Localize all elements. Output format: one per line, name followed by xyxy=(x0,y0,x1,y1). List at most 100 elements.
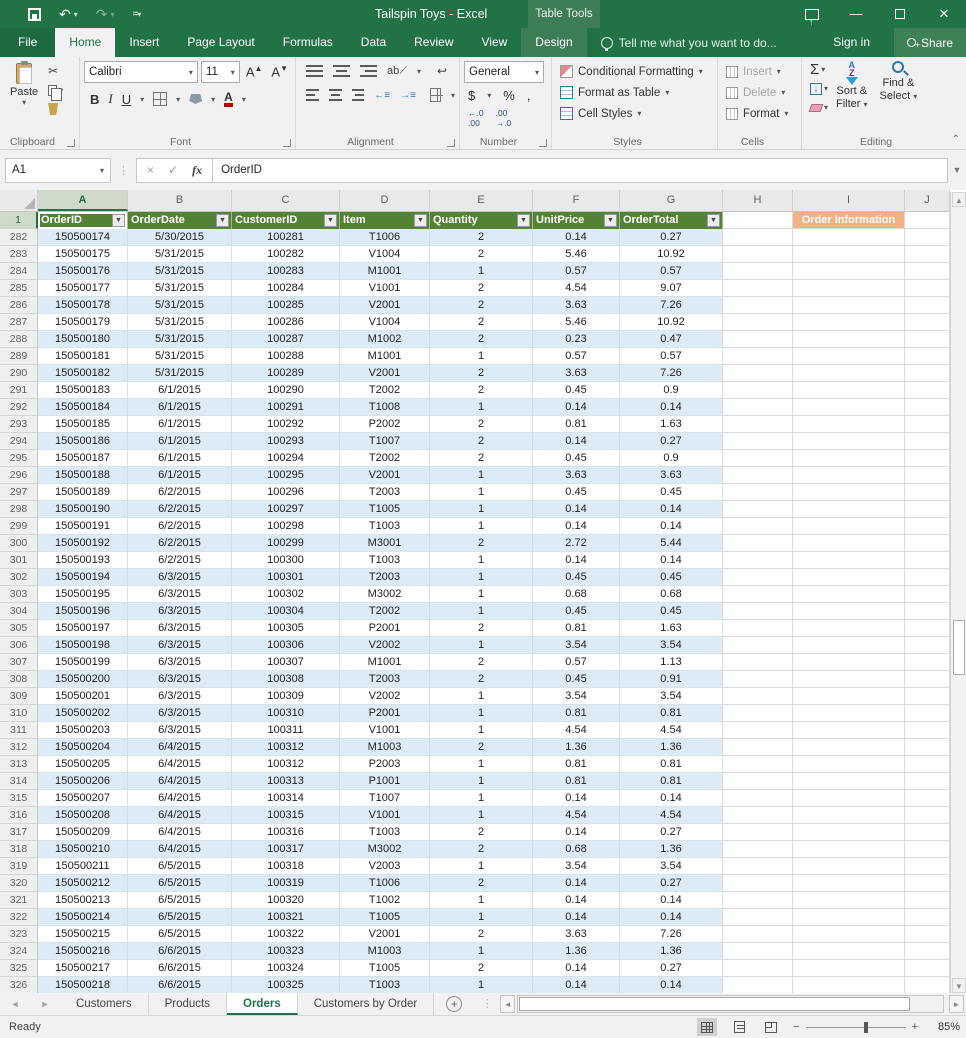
row-header-1[interactable]: 1 xyxy=(0,212,38,229)
cell[interactable]: 6/1/2015 xyxy=(128,416,232,433)
font-dialog-launcher[interactable] xyxy=(283,139,291,147)
cell[interactable]: 0.14 xyxy=(620,977,723,993)
cell[interactable]: 150500200 xyxy=(38,671,128,688)
cell[interactable]: 150500198 xyxy=(38,637,128,654)
cell[interactable] xyxy=(723,297,793,314)
underline-button[interactable]: U xyxy=(122,92,131,107)
cell-j1[interactable] xyxy=(905,212,950,229)
filter-dropdown-icon[interactable]: ▼ xyxy=(517,214,530,227)
cell[interactable]: 1 xyxy=(430,773,533,790)
cell[interactable]: 100286 xyxy=(232,314,340,331)
row-header-292[interactable]: 292 xyxy=(0,399,38,416)
row-header-314[interactable]: 314 xyxy=(0,773,38,790)
row-header-284[interactable]: 284 xyxy=(0,263,38,280)
bold-button[interactable]: B xyxy=(90,92,99,107)
comma-style-icon[interactable]: , xyxy=(527,88,531,103)
cell[interactable] xyxy=(793,467,905,484)
table-header-ordertotal[interactable]: OrderTotal ▼ xyxy=(620,212,723,229)
clear-button[interactable]: ▾ xyxy=(808,100,828,115)
customize-qat-button[interactable]: = ▾ xyxy=(133,9,142,20)
row-header-321[interactable]: 321 xyxy=(0,892,38,909)
cell[interactable] xyxy=(723,875,793,892)
cell[interactable] xyxy=(723,552,793,569)
cell[interactable]: T2002 xyxy=(340,450,430,467)
maximize-button[interactable] xyxy=(878,0,922,28)
cell[interactable] xyxy=(905,722,950,739)
cell[interactable]: 0.27 xyxy=(620,875,723,892)
cell[interactable] xyxy=(905,620,950,637)
cell[interactable]: 2 xyxy=(430,926,533,943)
cell[interactable]: V1001 xyxy=(340,807,430,824)
cell[interactable] xyxy=(793,263,905,280)
cell[interactable]: 0.81 xyxy=(533,756,620,773)
tab-home[interactable]: Home xyxy=(55,28,116,57)
cell[interactable]: 1.36 xyxy=(533,943,620,960)
cell[interactable]: 0.14 xyxy=(533,552,620,569)
tab-formulas[interactable]: Formulas xyxy=(269,28,347,57)
cell[interactable] xyxy=(723,263,793,280)
accounting-format-icon[interactable]: $ xyxy=(468,88,475,103)
cell[interactable]: 0.81 xyxy=(620,705,723,722)
cell[interactable]: 150500202 xyxy=(38,705,128,722)
cell[interactable] xyxy=(793,348,905,365)
cell[interactable]: 150500210 xyxy=(38,841,128,858)
cell[interactable]: 150500175 xyxy=(38,246,128,263)
number-dialog-launcher[interactable] xyxy=(539,139,547,147)
cell[interactable]: 1 xyxy=(430,790,533,807)
zoom-slider[interactable] xyxy=(805,1021,906,1033)
sheet-nav-left-icon[interactable]: ◄ xyxy=(0,993,30,1015)
row-header-287[interactable]: 287 xyxy=(0,314,38,331)
cell[interactable] xyxy=(723,399,793,416)
orientation-icon[interactable]: ab⟋ xyxy=(387,65,407,78)
cell[interactable]: 0.14 xyxy=(620,892,723,909)
cell[interactable] xyxy=(793,331,905,348)
cell[interactable]: 6/2/2015 xyxy=(128,535,232,552)
cell[interactable] xyxy=(723,943,793,960)
cell[interactable]: 0.27 xyxy=(620,229,723,246)
cell[interactable]: 3.54 xyxy=(620,688,723,705)
cell[interactable] xyxy=(905,484,950,501)
cell[interactable]: 150500218 xyxy=(38,977,128,993)
cell[interactable]: 100290 xyxy=(232,382,340,399)
cell[interactable]: 0.27 xyxy=(620,960,723,977)
font-name-combo[interactable]: Calibri ▾ xyxy=(84,61,198,83)
cell[interactable]: 0.81 xyxy=(533,773,620,790)
horizontal-scrollbar[interactable]: ◄ ► xyxy=(500,995,964,1013)
cell[interactable]: 6/1/2015 xyxy=(128,450,232,467)
cell[interactable] xyxy=(905,892,950,909)
cell[interactable] xyxy=(723,348,793,365)
cell[interactable] xyxy=(905,977,950,993)
cell[interactable] xyxy=(793,297,905,314)
cell[interactable] xyxy=(723,756,793,773)
cell[interactable]: 6/2/2015 xyxy=(128,484,232,501)
cell[interactable] xyxy=(793,671,905,688)
cell[interactable]: 100315 xyxy=(232,807,340,824)
cell[interactable]: 0.68 xyxy=(533,586,620,603)
cell[interactable]: 5/31/2015 xyxy=(128,314,232,331)
cell[interactable]: M1001 xyxy=(340,654,430,671)
align-right-icon[interactable] xyxy=(351,89,365,101)
cell[interactable] xyxy=(723,382,793,399)
cell[interactable]: 0.14 xyxy=(533,960,620,977)
cell[interactable]: 2 xyxy=(430,450,533,467)
align-middle-icon[interactable] xyxy=(333,65,350,77)
row-header-313[interactable]: 313 xyxy=(0,756,38,773)
cell[interactable]: 0.9 xyxy=(620,382,723,399)
sheet-tab-customers[interactable]: Customers xyxy=(60,993,149,1015)
cell[interactable]: P2001 xyxy=(340,620,430,637)
cell[interactable]: 0.45 xyxy=(533,569,620,586)
cell[interactable]: 100297 xyxy=(232,501,340,518)
column-header-E[interactable]: E xyxy=(430,190,533,211)
row-header-318[interactable]: 318 xyxy=(0,841,38,858)
cell[interactable]: 0.14 xyxy=(533,501,620,518)
increase-indent-icon[interactable]: →≡ xyxy=(400,90,416,101)
cell[interactable]: 150500207 xyxy=(38,790,128,807)
cell[interactable] xyxy=(723,501,793,518)
cell[interactable] xyxy=(723,909,793,926)
sheet-nav-right-icon[interactable]: ► xyxy=(30,993,60,1015)
cell[interactable]: 1 xyxy=(430,688,533,705)
cell[interactable]: 100294 xyxy=(232,450,340,467)
cell[interactable]: 100311 xyxy=(232,722,340,739)
scroll-down-arrow-icon[interactable]: ▼ xyxy=(952,978,966,993)
cell[interactable] xyxy=(793,705,905,722)
